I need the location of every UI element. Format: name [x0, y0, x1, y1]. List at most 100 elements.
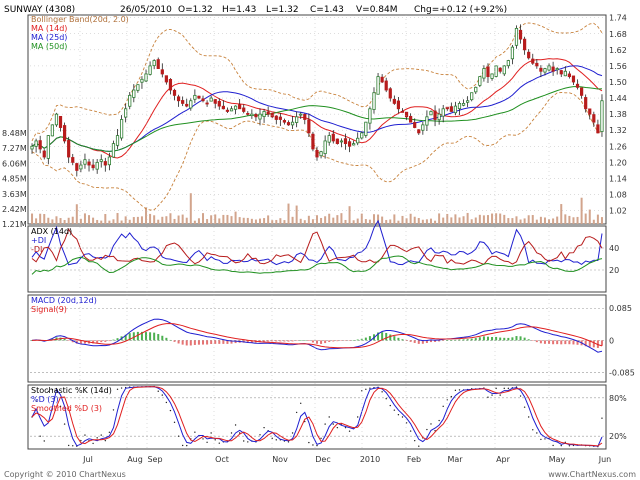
stoch-k-point [519, 395, 522, 397]
stoch-k-point [39, 435, 41, 437]
macd-histogram-bar [177, 340, 180, 344]
candle-body [356, 137, 360, 144]
candle-body [99, 159, 103, 162]
stock-chart: SUNWAY (4308) 26/05/2010 O=1.32 H=1.43 L… [2, 5, 636, 479]
candle-body [449, 106, 453, 112]
volume-bar [393, 214, 396, 224]
candlesticks [30, 24, 604, 177]
candle-body [376, 76, 380, 95]
stoch-k-point [507, 387, 510, 390]
macd-histogram-bar [214, 340, 217, 344]
candle-body [596, 124, 600, 134]
stoch-k-point [450, 395, 453, 398]
stoch-k-point [348, 430, 351, 432]
macd-histogram-bar [328, 340, 331, 342]
volume-bar [238, 217, 241, 224]
price-panel-frame [27, 14, 607, 225]
volume-bar [210, 215, 213, 224]
candle-body [482, 68, 486, 79]
candle-body [266, 111, 270, 115]
macd-histogram-bar [417, 340, 420, 344]
volume-bar [206, 219, 209, 224]
macd-histogram-bar [287, 340, 290, 342]
stoch-k-point [316, 444, 318, 447]
candle-body [580, 87, 584, 96]
bollinger-bands [31, 22, 603, 211]
volume-tick-label: 2.42M [2, 205, 27, 214]
candle-body [79, 164, 83, 170]
close-readout: C=1.43 [310, 5, 344, 15]
candle-body [396, 100, 401, 110]
volume-bar [389, 219, 392, 224]
candle-body [335, 138, 339, 145]
volume-bar [47, 217, 50, 224]
volume-bar [576, 216, 579, 224]
macd-histogram-bar [324, 340, 327, 344]
volume-bar [185, 217, 188, 224]
candle-body [119, 119, 124, 139]
macd-histogram-bar [592, 340, 595, 348]
volume-bar [263, 218, 266, 224]
macd-histogram-bar [499, 337, 502, 341]
copyright-text: Copyright © 2010 ChartNexus [4, 470, 126, 479]
volume-bar [474, 217, 477, 224]
macd-histogram-bar [279, 340, 282, 342]
price-tick-label: 1.50 [609, 78, 627, 87]
candle-body [364, 121, 368, 136]
macd-histogram-bar [491, 337, 494, 341]
volume-bar [88, 215, 91, 224]
candle-body [527, 51, 531, 59]
volume-bar [283, 220, 286, 224]
stoch-k-point [552, 444, 554, 447]
stoch-k-point [414, 439, 416, 442]
candle-body [445, 106, 449, 110]
price-tick-label: 1.20 [609, 158, 627, 167]
volume-bar [543, 217, 546, 224]
stoch-k-point [458, 389, 461, 391]
volume-bar [442, 217, 445, 224]
volume-bar [446, 213, 449, 224]
candle-body [417, 129, 421, 134]
volume-bar [153, 215, 156, 224]
candle-body [217, 100, 221, 107]
volume-bar [222, 214, 225, 224]
volume-bar [193, 220, 196, 224]
candle-body [54, 113, 59, 126]
volume-bar [96, 219, 99, 224]
candle-body [486, 66, 490, 78]
stoch-k-point [263, 426, 265, 429]
volume-bar [39, 213, 42, 224]
x-tick-label: Sep [147, 455, 162, 464]
stoch-k-point [275, 439, 277, 441]
candle-body [563, 70, 567, 77]
candle-body [91, 164, 95, 169]
stoch-k-point [84, 434, 86, 436]
macd-histogram-bar [523, 337, 526, 341]
volume-bar [145, 207, 148, 224]
stoch-k-point [397, 414, 400, 416]
volume-bar [450, 217, 453, 224]
macd-histogram-bar [495, 336, 498, 341]
x-tick-label: Aug [127, 455, 143, 464]
stoch-k-point [499, 394, 501, 396]
symbol-title: SUNWAY (4308) [4, 5, 75, 15]
volume-bar [454, 214, 457, 224]
candle-body [384, 80, 388, 91]
candle-body [172, 89, 177, 96]
stoch-k-point [365, 388, 367, 390]
macd-histogram-bar [275, 340, 278, 342]
macd-histogram-bar [572, 340, 575, 345]
candle-body [518, 29, 523, 40]
candle-body [71, 157, 75, 163]
signal-line [31, 322, 603, 349]
macd-histogram-bar [340, 340, 343, 341]
macd-histogram-bar [149, 332, 152, 341]
macd-line [31, 318, 603, 353]
legend-ma50: MA (50d) [31, 42, 67, 51]
adx-line [31, 255, 603, 275]
volume-bar [287, 203, 290, 224]
adx-panel-frame [27, 225, 607, 293]
macd-histogram-bar [307, 340, 310, 341]
volume-bar [466, 212, 469, 224]
volume-bar [336, 215, 339, 224]
